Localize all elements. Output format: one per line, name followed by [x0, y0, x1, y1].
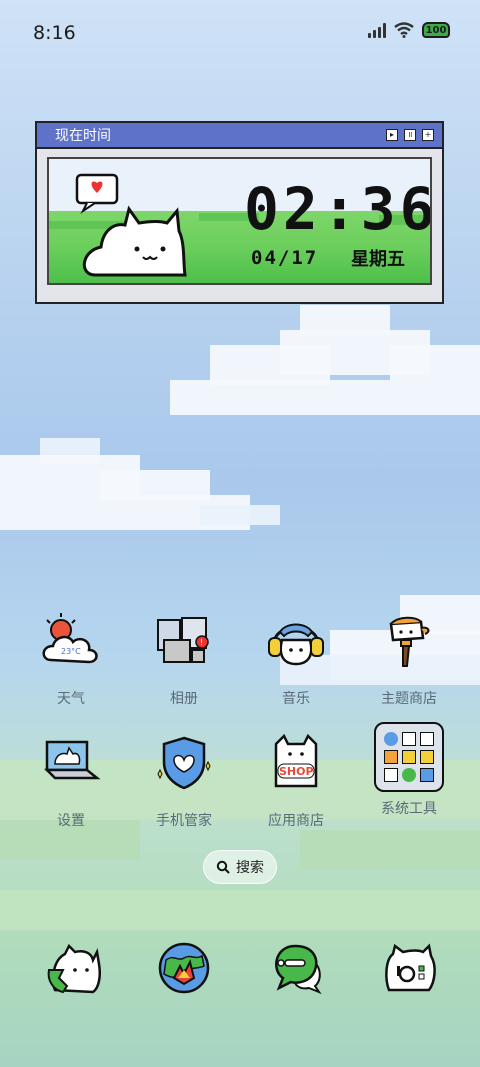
clock-time: 02:36 — [244, 175, 432, 243]
theme-store-icon — [389, 616, 430, 667]
app-music[interactable]: 音乐 — [246, 610, 346, 708]
clock-date: 04/17 — [251, 247, 319, 269]
system-tools-folder-icon — [374, 722, 444, 792]
svg-text:!: ! — [200, 638, 203, 647]
status-bar: 8:16 100 — [0, 0, 480, 68]
messages-icon[interactable] — [269, 940, 325, 996]
app-store-icon: SHOP — [274, 733, 318, 788]
app-label: 系统工具 — [381, 801, 437, 817]
app-label: 天气 — [57, 691, 85, 707]
clock-widget[interactable]: 现在时间 ▸ ॥ + 02:36 04/17 星期五 — [35, 121, 444, 304]
play-icon: ▸ — [386, 129, 398, 141]
shop-badge: SHOP — [279, 765, 314, 778]
app-phone-manager[interactable]: 手机管家 — [134, 732, 234, 830]
status-icons: 100 — [368, 22, 450, 38]
app-settings[interactable]: 设置 — [21, 732, 121, 830]
search-button[interactable]: 搜索 — [203, 850, 277, 884]
signal-icon — [368, 22, 386, 38]
search-icon — [216, 860, 230, 874]
weather-icon: 23°C — [42, 613, 98, 664]
phone-cat-icon[interactable] — [45, 940, 101, 996]
gallery-icon: ! — [157, 617, 209, 663]
app-weather[interactable]: 23°C 天气 — [21, 610, 121, 708]
widget-title-bar: 现在时间 ▸ ॥ + — [37, 123, 442, 149]
cat-icon — [75, 173, 187, 277]
app-theme-store[interactable]: 主题商店 — [359, 610, 459, 708]
app-label: 设置 — [57, 813, 85, 829]
battery-icon: 100 — [422, 22, 450, 38]
pause-icon: ॥ — [404, 129, 416, 141]
widget-title: 现在时间 — [55, 128, 111, 144]
camera-cat-icon[interactable] — [381, 940, 437, 996]
widget-screen: 02:36 04/17 星期五 — [47, 157, 432, 285]
app-label: 手机管家 — [156, 813, 212, 829]
wifi-icon — [394, 22, 414, 38]
plus-icon: + — [422, 129, 434, 141]
app-label: 应用商店 — [268, 813, 324, 829]
status-time: 8:16 — [33, 22, 76, 44]
phone-manager-icon — [157, 736, 211, 790]
music-icon — [268, 623, 324, 666]
app-system-tools-folder[interactable]: 系统工具 — [359, 722, 459, 818]
browser-icon[interactable] — [156, 940, 212, 996]
search-label: 搜索 — [236, 860, 264, 876]
weather-temp: 23°C — [61, 647, 81, 656]
app-label: 音乐 — [282, 691, 310, 707]
app-app-store[interactable]: SHOP 应用商店 — [246, 732, 346, 830]
settings-icon — [43, 740, 101, 780]
window-controls: ▸ ॥ + — [386, 129, 434, 141]
app-label: 相册 — [170, 691, 198, 707]
app-gallery[interactable]: ! 相册 — [134, 610, 234, 708]
clock-weekday: 星期五 — [351, 249, 405, 270]
app-label: 主题商店 — [381, 691, 437, 707]
